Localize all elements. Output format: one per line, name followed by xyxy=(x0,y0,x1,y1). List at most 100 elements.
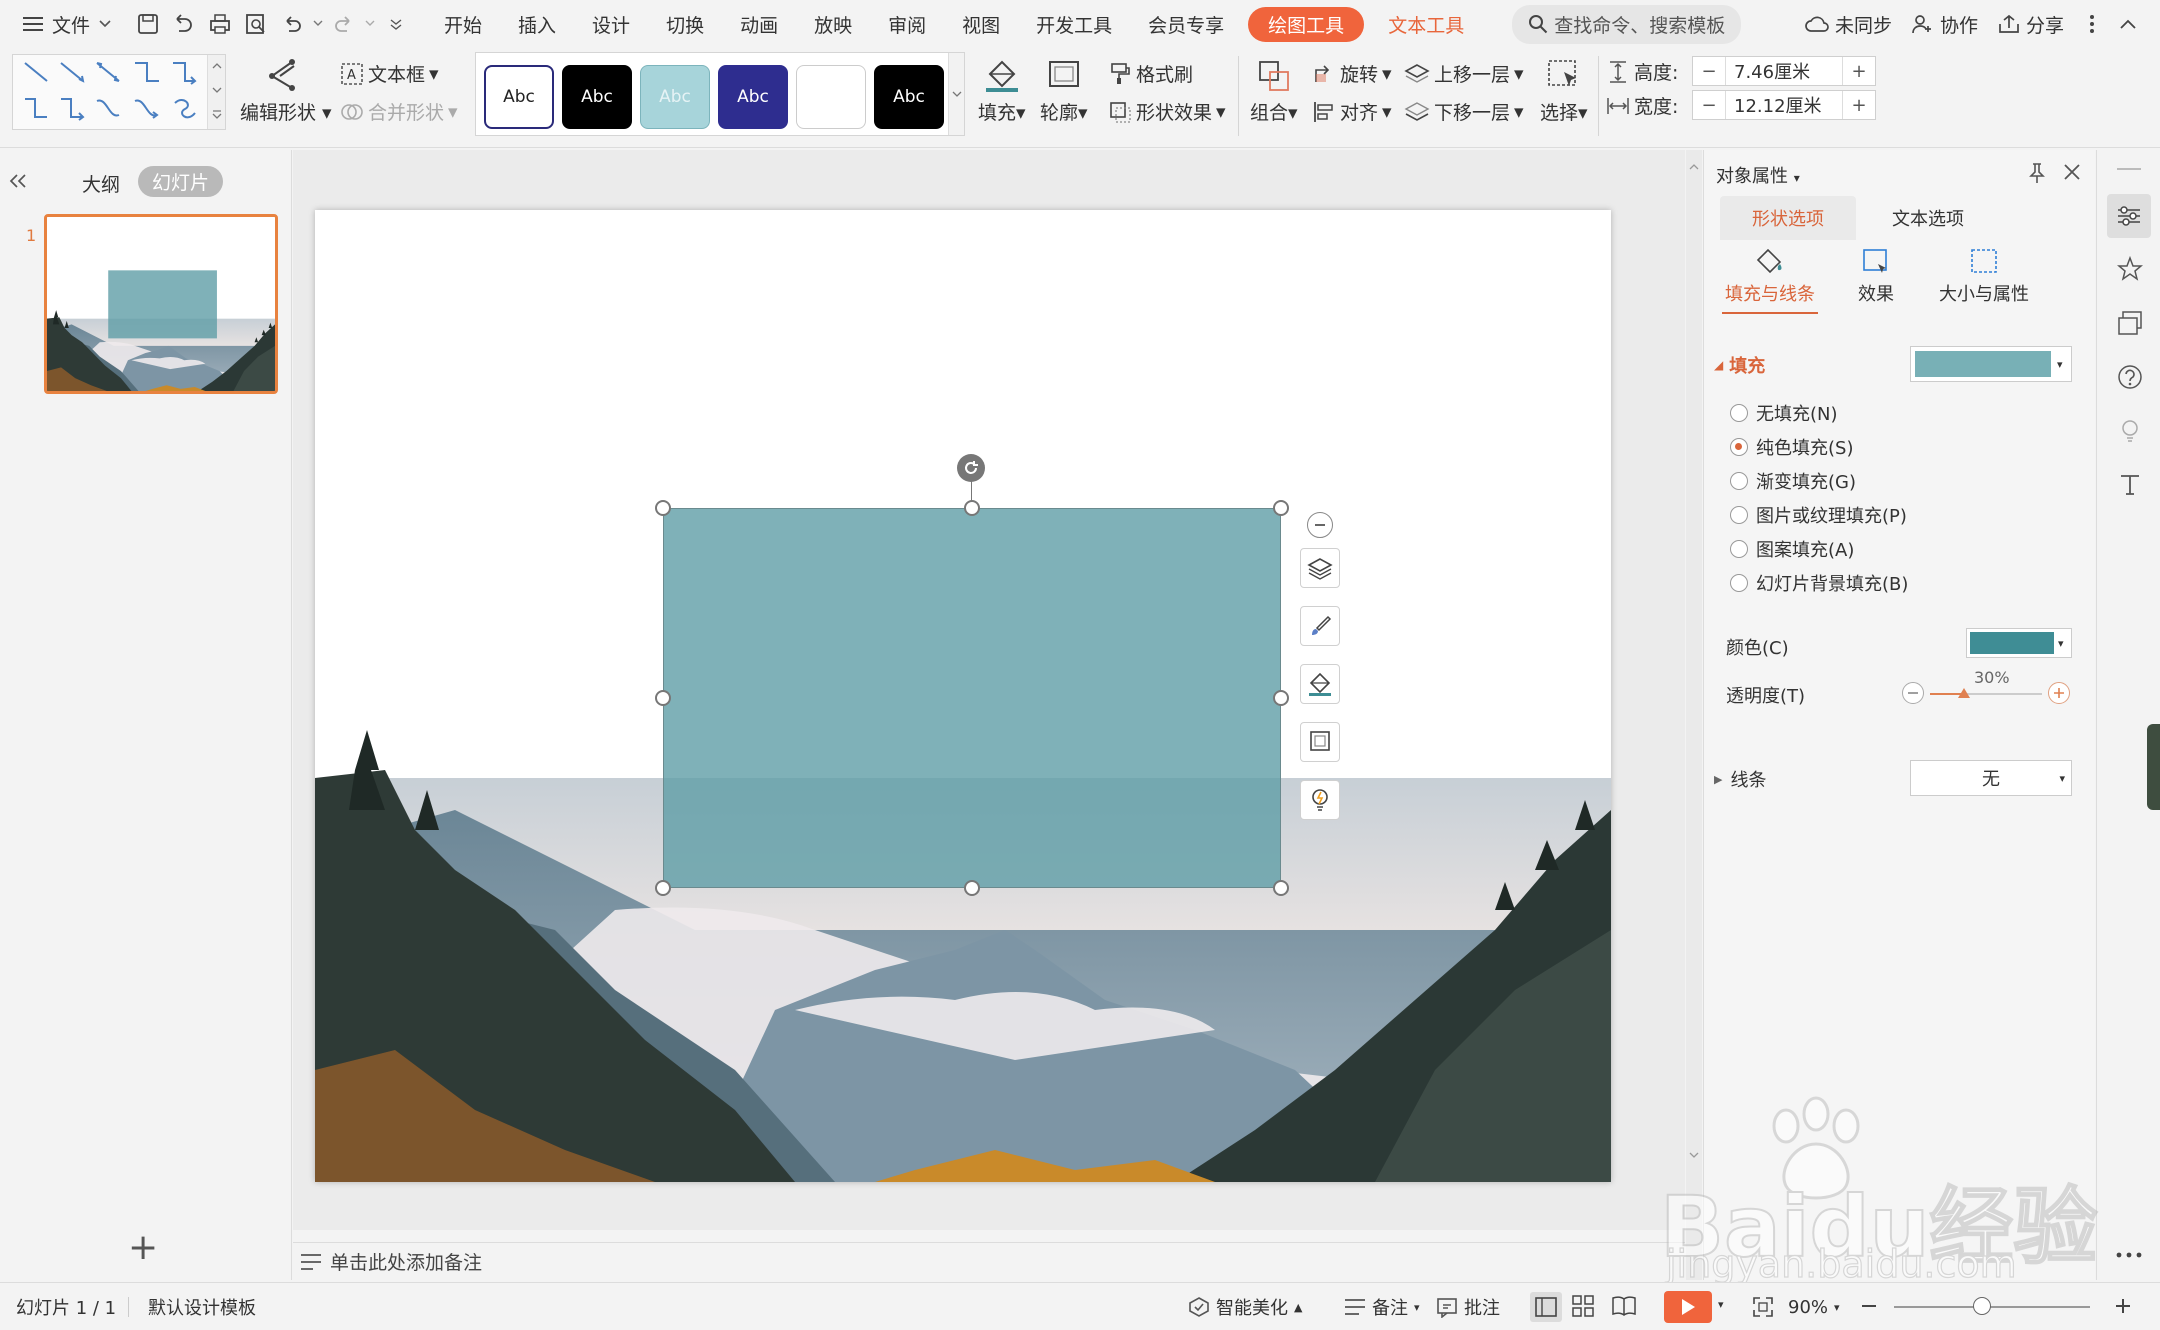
gallery-scroll[interactable] xyxy=(207,55,225,129)
menu-item-design[interactable]: 设计 xyxy=(574,0,648,48)
play-options-dropdown[interactable]: ▾ xyxy=(1718,1298,1724,1311)
float-smart-button[interactable] xyxy=(1300,780,1340,820)
add-slide-button[interactable]: + xyxy=(128,1230,158,1266)
notes-area[interactable]: 单击此处添加备注 xyxy=(300,1248,482,1275)
color-picker[interactable]: ▾ xyxy=(1966,628,2072,658)
menu-item-insert[interactable]: 插入 xyxy=(500,0,574,48)
file-menu[interactable]: 文件 xyxy=(0,0,130,48)
more-options-button[interactable] xyxy=(2074,6,2110,42)
style-indigo[interactable]: Abc xyxy=(718,65,788,129)
radio-background-fill[interactable]: 幻灯片背景填充(B) xyxy=(1730,570,1908,596)
radio-pattern-fill[interactable]: 图案填充(A) xyxy=(1730,536,1854,562)
menu-item-slideshow[interactable]: 放映 xyxy=(796,0,870,48)
subtab-size[interactable]: 大小与属性 xyxy=(1934,246,2034,306)
slider-thumb[interactable] xyxy=(1957,688,1970,698)
resize-handle-right[interactable] xyxy=(1273,690,1289,706)
float-outline-button[interactable] xyxy=(1300,722,1340,762)
align-button[interactable]: 对齐 ▾ xyxy=(1312,98,1392,125)
menu-item-animation[interactable]: 动画 xyxy=(722,0,796,48)
close-panel-button[interactable] xyxy=(2062,162,2082,187)
comments-toggle[interactable]: 批注 xyxy=(1436,1283,1500,1330)
width-value[interactable]: 12.12厘米 xyxy=(1725,91,1843,119)
print-button[interactable] xyxy=(202,6,238,42)
rotate-handle[interactable] xyxy=(957,454,985,482)
play-slideshow-button[interactable] xyxy=(1664,1291,1712,1323)
float-layers-button[interactable] xyxy=(1300,548,1340,588)
properties-button[interactable] xyxy=(2107,194,2151,238)
sync-status[interactable]: 未同步 xyxy=(1795,0,1902,48)
radio-gradient-fill[interactable]: 渐变填充(G) xyxy=(1730,468,1856,494)
undo-button[interactable] xyxy=(274,6,310,42)
help-button[interactable] xyxy=(2117,364,2143,394)
subtab-fill-line[interactable]: 填充与线条 xyxy=(1720,246,1820,314)
view-reading-button[interactable] xyxy=(1612,1295,1636,1322)
style-gallery-more[interactable] xyxy=(948,53,964,135)
style-black[interactable]: Abc xyxy=(562,65,632,129)
shape-effect-button[interactable]: 形状效果 ▾ xyxy=(1108,98,1226,125)
edit-shape-button[interactable]: 编辑形状 ▾ xyxy=(240,58,332,125)
slide-thumbnail[interactable] xyxy=(44,214,278,394)
resize-handle-bottom-left[interactable] xyxy=(655,880,671,896)
transparency-slider[interactable] xyxy=(1930,688,2042,698)
panel-title[interactable]: 对象属性 ▾ xyxy=(1716,162,1800,188)
bring-forward-button[interactable]: 上移一层 ▾ xyxy=(1404,60,1524,87)
width-increment[interactable]: + xyxy=(1843,95,1875,116)
height-decrement[interactable]: − xyxy=(1693,61,1725,82)
resize-handle-top[interactable] xyxy=(964,500,980,516)
menu-item-member[interactable]: 会员专享 xyxy=(1130,0,1242,48)
collaborate-button[interactable]: 协作 xyxy=(1902,0,1988,48)
transition-button[interactable] xyxy=(2117,310,2143,340)
radio-no-fill[interactable]: 无填充(N) xyxy=(1730,400,1838,426)
text-button[interactable] xyxy=(2117,472,2143,502)
tab-shape-options[interactable]: 形状选项 xyxy=(1720,196,1856,240)
fit-window-button[interactable] xyxy=(1752,1283,1774,1330)
zoom-thumb[interactable] xyxy=(1973,1297,1992,1315)
share-button[interactable]: 分享 xyxy=(1988,0,2074,48)
rotate-button[interactable]: 旋转 ▾ xyxy=(1312,60,1392,87)
resize-handle-bottom[interactable] xyxy=(964,880,980,896)
fill-button[interactable]: 填充▾ xyxy=(978,58,1026,125)
resize-handle-left[interactable] xyxy=(655,690,671,706)
radio-picture-fill[interactable]: 图片或纹理填充(P) xyxy=(1730,502,1907,528)
menu-item-home[interactable]: 开始 xyxy=(426,0,500,48)
text-box-button[interactable]: A 文本框 ▾ xyxy=(340,60,439,87)
customize-quick-access[interactable] xyxy=(378,6,414,42)
search-box[interactable]: 查找命令、搜索模板 xyxy=(1512,4,1742,44)
select-button[interactable]: 选择▾ xyxy=(1540,58,1588,125)
menu-item-review[interactable]: 审阅 xyxy=(870,0,944,48)
line-section-header[interactable]: ▶ 线条 xyxy=(1714,766,1766,792)
preview-button[interactable] xyxy=(238,6,274,42)
height-value[interactable]: 7.46厘米 xyxy=(1725,57,1843,85)
zoom-level[interactable]: 90% ▾ xyxy=(1788,1283,1840,1330)
transparency-decrease[interactable] xyxy=(1902,682,1924,704)
subtab-effect[interactable]: 效果 xyxy=(1846,246,1906,306)
tab-text-options[interactable]: 文本选项 xyxy=(1860,196,1996,240)
height-increment[interactable]: + xyxy=(1843,61,1875,82)
tab-slides[interactable]: 幻灯片 xyxy=(138,166,224,197)
collapse-ribbon-button[interactable] xyxy=(2110,6,2146,42)
resize-handle-bottom-right[interactable] xyxy=(1273,880,1289,896)
beautify-button[interactable]: 智能美化 ▲ xyxy=(1188,1283,1302,1330)
group-button[interactable]: 组合▾ xyxy=(1250,58,1298,125)
slide[interactable] xyxy=(315,210,1611,1182)
shape-gallery[interactable] xyxy=(12,54,226,130)
zoom-in-button[interactable] xyxy=(2114,1297,2132,1320)
export-button[interactable] xyxy=(166,6,202,42)
fill-section-header[interactable]: ◢ 填充 xyxy=(1714,352,1765,378)
template-name[interactable]: 默认设计模板 xyxy=(148,1283,256,1330)
view-normal-button[interactable] xyxy=(1530,1292,1562,1322)
style-black-2[interactable]: Abc xyxy=(874,65,944,129)
send-backward-button[interactable]: 下移一层 ▾ xyxy=(1404,98,1524,125)
height-field[interactable]: − 7.46厘米 + xyxy=(1692,56,1876,86)
zoom-slider[interactable] xyxy=(1894,1297,2090,1315)
outline-button[interactable]: 轮廓▾ xyxy=(1040,58,1088,125)
resize-handle-top-right[interactable] xyxy=(1273,500,1289,516)
redo-dropdown[interactable] xyxy=(362,6,378,42)
ideas-button[interactable] xyxy=(2117,418,2143,448)
menu-item-view[interactable]: 视图 xyxy=(944,0,1018,48)
merge-shape-button[interactable]: 合并形状 ▾ xyxy=(340,98,458,125)
menu-item-transition[interactable]: 切换 xyxy=(648,0,722,48)
tab-outline[interactable]: 大纲 xyxy=(82,170,120,197)
pin-button[interactable] xyxy=(2026,162,2048,189)
menu-item-developer[interactable]: 开发工具 xyxy=(1018,0,1130,48)
